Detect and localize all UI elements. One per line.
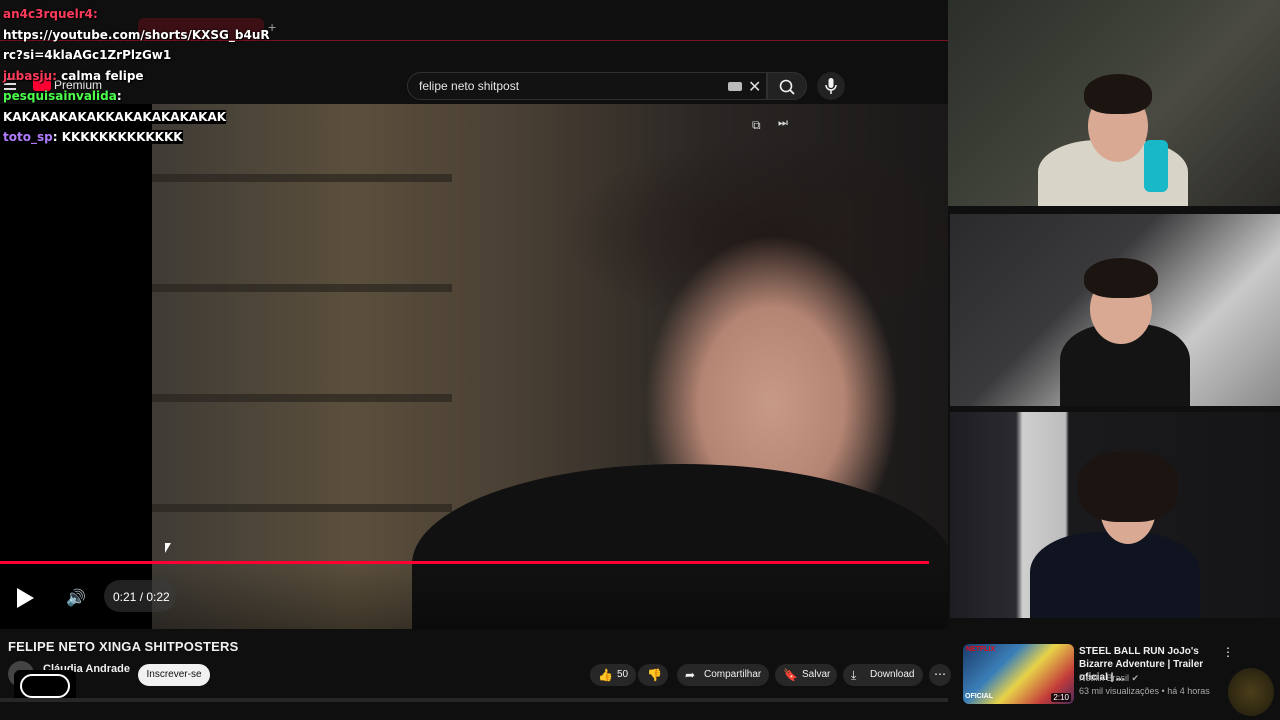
person-hair (1084, 74, 1152, 114)
chat-line: https://youtube.com/shorts/KXSG_b4uR (3, 25, 270, 46)
chat-username: an4c3rquelr4 (3, 7, 94, 21)
skip-next-icon[interactable]: ⏭ (778, 117, 788, 130)
share-icon: ➦ (685, 668, 696, 682)
bookshelf-shelf (152, 174, 452, 182)
chat-username: jubasju (3, 68, 53, 83)
like-button[interactable]: 👍 50 (590, 664, 636, 686)
bookshelf-shelf (152, 504, 452, 512)
video-duration: 2:10 (1051, 693, 1071, 702)
person-body (1030, 532, 1200, 618)
download-icon: ⤓ (851, 668, 857, 682)
microphone-device (1144, 140, 1168, 192)
related-age: há 4 horas (1167, 686, 1210, 696)
chat-overlay: an4c3rquelr4: https://youtube.com/shorts… (3, 4, 270, 148)
more-actions-button[interactable]: ⋯ (929, 664, 951, 686)
save-button[interactable]: 🔖 Salvar (775, 664, 837, 686)
chat-line: pesquisainvalida: (3, 89, 122, 103)
chat-message: https://youtube.com/shorts/KXSG_b4uR (3, 27, 270, 42)
stream-watermark-logo (1228, 668, 1274, 716)
chat-line: KAKAKAKAKAKKAKAKAKAKAKAK (3, 107, 270, 128)
chat-line: rc?si=4klaAGc1ZrPlzGw1 (3, 45, 270, 66)
related-views: 63 mil visualizações (1079, 686, 1160, 696)
chat-line: jubasju: calma felipe (3, 68, 144, 83)
verified-icon: ✔ (1131, 673, 1140, 683)
related-more-icon[interactable]: ⋮ (1222, 645, 1234, 659)
chat-line: toto_sp: KKKKKKKKKKKKK (3, 130, 183, 144)
bookshelf-shelf (152, 394, 452, 402)
keyboard-icon[interactable] (728, 82, 742, 91)
save-label: Salvar (802, 669, 831, 680)
related-video-thumbnail[interactable]: NETFLIX OFICIAL 2:10 (963, 644, 1074, 704)
comments-divider (0, 698, 948, 702)
thumbs-down-icon: 👎 (647, 668, 662, 682)
voice-search-button[interactable] (817, 72, 845, 100)
search-button[interactable] (767, 72, 807, 100)
video-player[interactable]: ⧉ ⏭ (0, 104, 948, 629)
video-title: FELIPE NETO XINGA SHITPOSTERS (8, 639, 239, 654)
search-input[interactable]: felipe neto shitpost ✕ (407, 72, 767, 100)
related-channel[interactable]: Netflix Brasil ✔ (1079, 673, 1139, 684)
video-frame: ⧉ ⏭ (152, 104, 948, 629)
microphone-icon (825, 78, 837, 94)
chat-line: an4c3rquelr4: (3, 7, 98, 21)
chat-username: pesquisainvalida (3, 89, 117, 103)
webcam-feed-2 (950, 214, 1280, 406)
share-label: Compartilhar (704, 669, 762, 680)
bookmark-icon: 🔖 (783, 668, 798, 682)
thumbs-up-icon: 👍 (598, 668, 613, 682)
volume-icon[interactable]: 🔊 (66, 588, 86, 608)
clear-search-icon[interactable]: ✕ (748, 77, 761, 97)
chat-message: rc?si=4klaAGc1ZrPlzGw1 (3, 48, 172, 62)
bookshelf-shelf (152, 284, 452, 292)
time-display: 0:21 / 0:22 (113, 590, 170, 604)
play-icon[interactable] (17, 588, 34, 608)
share-button[interactable]: ➦ Compartilhar (677, 664, 769, 686)
chat-message: KKKKKKKKKKKKK (61, 130, 183, 144)
person-hair (1084, 258, 1158, 298)
search-query-text: felipe neto shitpost (419, 79, 520, 93)
download-button[interactable]: ⤓ Download (843, 664, 923, 686)
webcam-feed-3 (950, 412, 1280, 618)
miniplayer-icon[interactable]: ⧉ (752, 118, 761, 133)
person-hair (1078, 452, 1178, 522)
subscribe-button[interactable]: Inscrever-se (138, 664, 210, 686)
related-meta: 63 mil visualizações • há 4 horas (1079, 686, 1210, 696)
webcam-feed-1 (948, 0, 1280, 206)
mouse-cursor (165, 543, 171, 553)
netflix-badge: NETFLIX (966, 646, 996, 653)
dislike-button[interactable]: 👎 (638, 664, 668, 686)
like-count: 50 (617, 669, 629, 680)
thumbnail-caption: OFICIAL (965, 693, 993, 700)
download-label: Download (870, 669, 915, 680)
chat-username: toto_sp (3, 130, 53, 144)
related-channel-name: Netflix Brasil (1079, 673, 1130, 683)
chat-message: calma felipe (61, 68, 144, 83)
chat-message: KAKAKAKAKAKKAKAKAKAKAKAK (3, 109, 227, 124)
search-icon (779, 79, 795, 95)
